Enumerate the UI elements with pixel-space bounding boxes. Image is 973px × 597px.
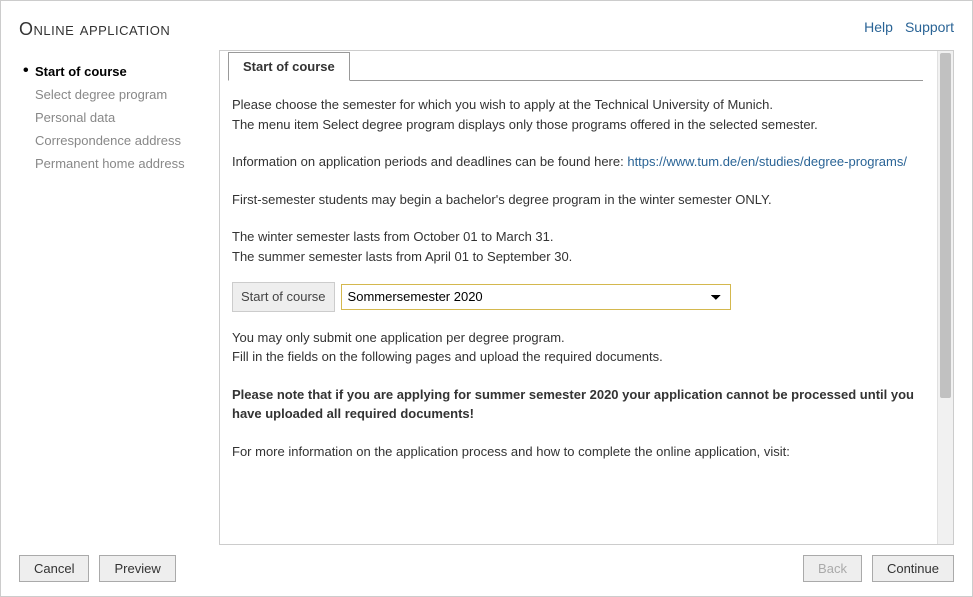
sidebar-item-start-of-course[interactable]: Start of course	[35, 60, 219, 83]
sidebar-item-select-degree-program[interactable]: Select degree program	[35, 83, 219, 106]
header-links: Help Support	[864, 19, 954, 35]
cancel-button[interactable]: Cancel	[19, 555, 89, 582]
help-link[interactable]: Help	[864, 19, 893, 35]
start-of-course-label: Start of course	[232, 282, 335, 312]
info-link[interactable]: https://www.tum.de/en/studies/degree-pro…	[627, 154, 907, 169]
bold-warning: Please note that if you are applying for…	[232, 385, 919, 424]
intro-line-2: The menu item Select degree program disp…	[232, 115, 919, 135]
start-of-course-row: Start of course Sommersemester 2020	[232, 282, 919, 312]
sidebar-item-permanent-home-address[interactable]: Permanent home address	[35, 152, 219, 175]
app-window: Online application Help Support Start of…	[0, 0, 973, 597]
support-link[interactable]: Support	[905, 19, 954, 35]
summer-semester-dates: The summer semester lasts from April 01 …	[232, 247, 919, 267]
header: Online application Help Support	[1, 1, 972, 40]
scrollbar[interactable]	[937, 51, 953, 544]
start-of-course-select[interactable]: Sommersemester 2020	[341, 284, 731, 310]
scrollbar-thumb[interactable]	[940, 53, 951, 398]
footer: Cancel Preview Back Continue	[1, 545, 972, 596]
back-button[interactable]: Back	[803, 555, 862, 582]
winter-semester-dates: The winter semester lasts from October 0…	[232, 227, 919, 247]
content-area: Please choose the semester for which you…	[228, 81, 923, 461]
preview-button[interactable]: Preview	[99, 555, 175, 582]
page-title: Online application	[19, 19, 170, 40]
sidebar: Start of course Select degree program Pe…	[19, 50, 219, 545]
tab-start-of-course[interactable]: Start of course	[228, 52, 350, 81]
info-prefix: Information on application periods and d…	[232, 154, 627, 169]
main-content: Start of course Please choose the semest…	[220, 51, 937, 544]
info-paragraph: Information on application periods and d…	[232, 152, 919, 172]
continue-button[interactable]: Continue	[872, 555, 954, 582]
main-panel: Start of course Please choose the semest…	[219, 50, 954, 545]
sidebar-item-personal-data[interactable]: Personal data	[35, 106, 219, 129]
intro-line-1: Please choose the semester for which you…	[232, 95, 919, 115]
first-semester-note: First-semester students may begin a bach…	[232, 190, 919, 210]
submit-note-2: Fill in the fields on the following page…	[232, 347, 919, 367]
submit-note-1: You may only submit one application per …	[232, 328, 919, 348]
footer-right: Back Continue	[803, 555, 954, 582]
tab-strip: Start of course	[228, 51, 923, 81]
body: Start of course Select degree program Pe…	[1, 40, 972, 545]
footer-left: Cancel Preview	[19, 555, 176, 582]
sidebar-item-correspondence-address[interactable]: Correspondence address	[35, 129, 219, 152]
more-info-cutoff: For more information on the application …	[232, 442, 919, 462]
